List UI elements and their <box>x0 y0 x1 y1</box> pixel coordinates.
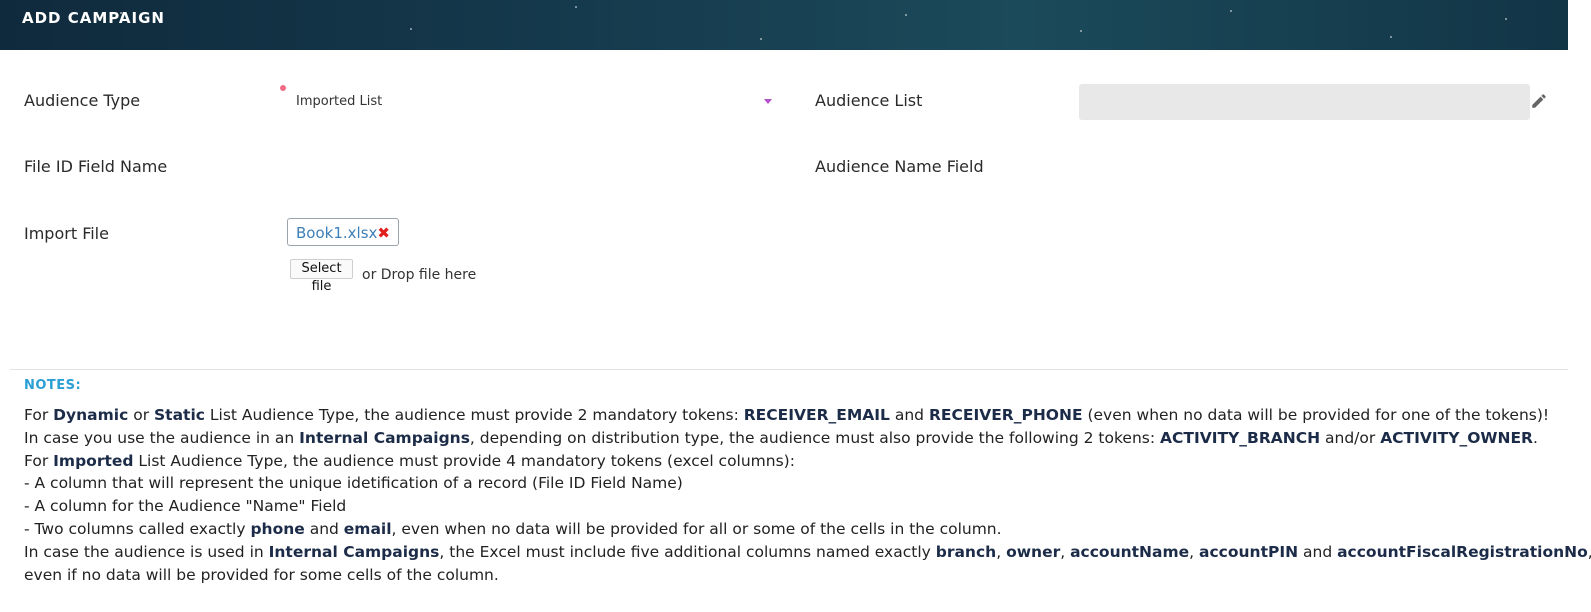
divider <box>10 369 1568 370</box>
note-line: - A column that will represent the uniqu… <box>24 474 683 493</box>
note-line: - Two columns called exactly phone and e… <box>24 519 1002 538</box>
page-header: ADD CAMPAIGN <box>0 0 1568 50</box>
pencil-icon[interactable] <box>1530 92 1548 110</box>
audience-list-label: Audience List <box>815 91 923 110</box>
notes-title: NOTES: <box>24 378 82 393</box>
note-line: In case you use the audience in an Inter… <box>24 428 1538 447</box>
audience-type-select[interactable]: Imported List <box>288 88 778 116</box>
note-line: For Dynamic or Static List Audience Type… <box>24 406 1550 424</box>
required-indicator <box>280 85 286 91</box>
note-line: For Imported List Audience Type, the aud… <box>24 451 795 470</box>
audience-type-value: Imported List <box>296 94 383 109</box>
file-name[interactable]: Book1.xlsx <box>296 224 377 242</box>
page-title: ADD CAMPAIGN <box>22 9 165 27</box>
note-line: - A column for the Audience "Name" Field <box>24 497 347 516</box>
file-id-field-label: File ID Field Name <box>24 157 168 176</box>
chevron-down-icon[interactable] <box>764 99 772 104</box>
audience-type-label: Audience Type <box>24 91 141 110</box>
audience-name-field-label: Audience Name Field <box>815 157 984 176</box>
audience-list-input[interactable] <box>1079 84 1530 120</box>
drop-file-hint: or Drop file here <box>362 267 477 283</box>
select-file-button[interactable]: Select file <box>290 259 353 294</box>
note-line: In case the audience is used in Internal… <box>24 542 1591 561</box>
import-file-label: Import File <box>24 224 109 243</box>
close-icon[interactable]: ✖ <box>377 219 390 247</box>
uploaded-file-chip: Book1.xlsx ✖ <box>287 218 399 246</box>
notes-body: For Dynamic or Static List Audience Type… <box>24 404 1591 586</box>
note-line: even if no data will be provided for som… <box>24 565 499 584</box>
